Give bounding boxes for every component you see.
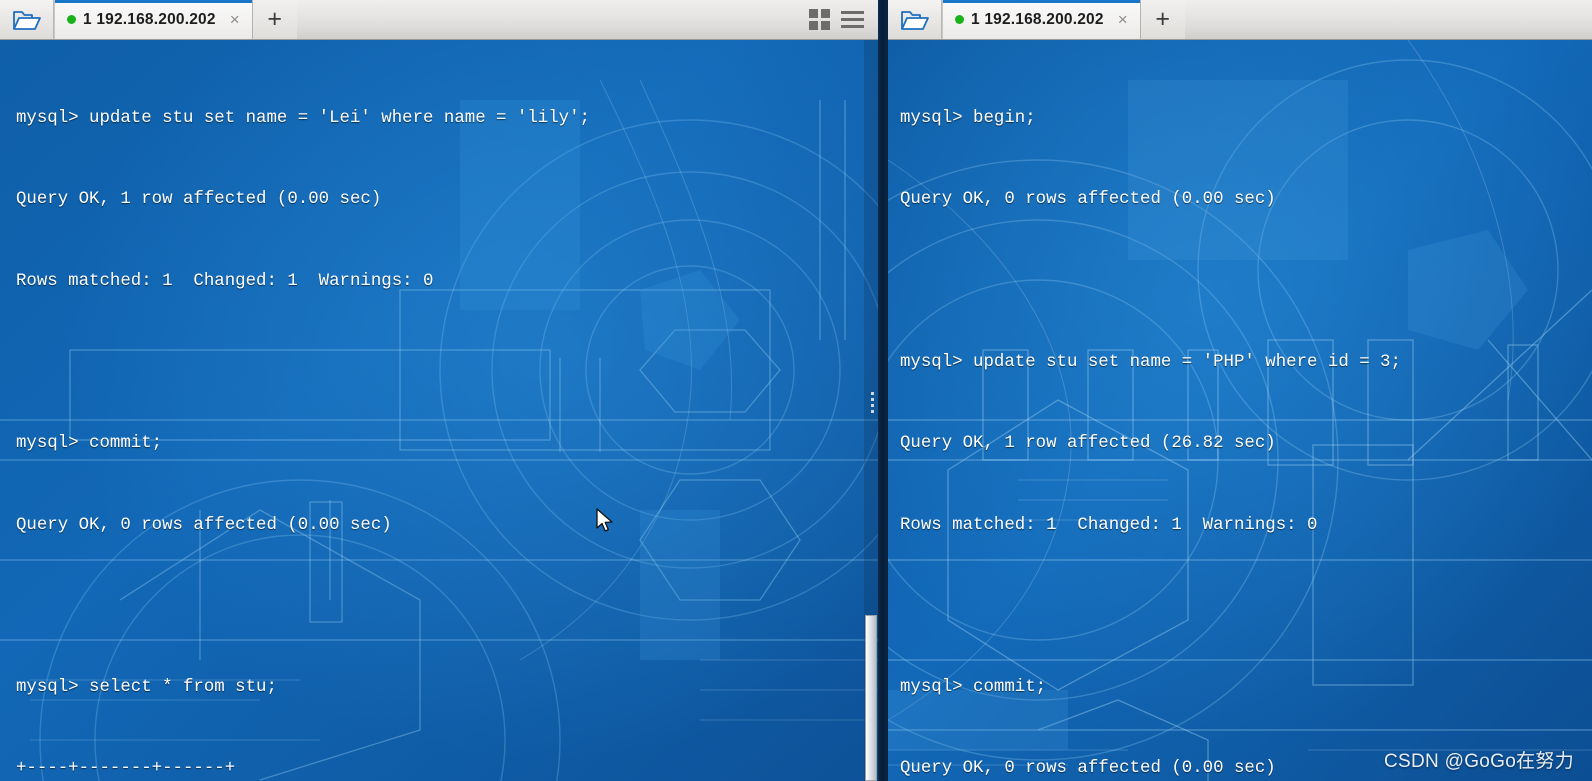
vertical-scrollbar[interactable] — [864, 40, 878, 781]
terminal-line: Query OK, 1 row affected (26.82 sec) — [900, 434, 1276, 454]
session-tab-label: 1 192.168.200.202 — [971, 10, 1104, 28]
terminal-line: mysql> select * from stu; — [16, 678, 277, 698]
scrollbar-thumb[interactable] — [865, 615, 877, 781]
close-icon[interactable]: × — [1115, 11, 1131, 28]
watermark: CSDN @GoGo在努力 — [1384, 751, 1574, 772]
session-tab-1[interactable]: 1 192.168.200.202 × — [54, 0, 253, 39]
terminal-line: Query OK, 1 row affected (0.00 sec) — [16, 190, 382, 210]
terminal-line: Query OK, 0 rows affected (0.00 sec) — [900, 190, 1276, 210]
connection-status-dot — [955, 15, 964, 24]
terminal-line: mysql> begin; — [900, 109, 1036, 129]
open-session-button[interactable] — [0, 0, 54, 39]
terminal-line: mysql> update stu set name = 'Lei' where… — [16, 109, 590, 129]
left-terminal-pane[interactable]: mysql> update stu set name = 'Lei' where… — [0, 40, 878, 781]
left-tab-bar: 1 192.168.200.202 × + — [0, 0, 878, 40]
new-tab-button[interactable]: + — [252, 0, 297, 39]
terminal-line: mysql> commit; — [900, 678, 1047, 698]
terminal-line: Query OK, 0 rows affected (0.00 sec) — [16, 515, 392, 535]
close-icon[interactable]: × — [227, 11, 243, 28]
terminal-line: Rows matched: 1 Changed: 1 Warnings: 0 — [16, 271, 434, 291]
connection-status-dot — [67, 15, 76, 24]
open-session-button-right[interactable] — [888, 0, 942, 39]
session-tab-2[interactable]: 1 192.168.200.202 × — [942, 0, 1141, 39]
remote-terminal-app: mysql> update stu set name = 'Lei' where… — [0, 0, 1592, 781]
mouse-pointer — [596, 508, 613, 532]
terminal-line: mysql> commit; — [16, 434, 163, 454]
tab-bar-spacer — [1185, 0, 1592, 39]
open-folder-icon — [12, 10, 41, 30]
scrollbar-marks — [871, 392, 874, 413]
session-tab-label: 1 192.168.200.202 — [83, 10, 216, 28]
terminal-line: mysql> update stu set name = 'PHP' where… — [900, 353, 1401, 373]
right-terminal-output: mysql> begin; Query OK, 0 rows affected … — [888, 40, 1592, 781]
terminal-line: Rows matched: 1 Changed: 1 Warnings: 0 — [900, 515, 1318, 535]
tab-bar-view-controls — [799, 0, 878, 39]
left-terminal-output: mysql> update stu set name = 'Lei' where… — [0, 40, 878, 781]
grid-view-icon[interactable] — [809, 9, 830, 30]
right-tab-bar: 1 192.168.200.202 × + — [888, 0, 1592, 40]
right-terminal-pane[interactable]: mysql> begin; Query OK, 0 rows affected … — [888, 40, 1592, 781]
pane-splitter[interactable] — [878, 0, 888, 781]
new-tab-button[interactable]: + — [1140, 0, 1185, 39]
tab-bar-spacer — [297, 0, 799, 39]
open-folder-icon — [900, 10, 929, 30]
terminal-line: +----+-------+------+ — [16, 759, 236, 779]
list-view-icon[interactable] — [841, 11, 864, 28]
